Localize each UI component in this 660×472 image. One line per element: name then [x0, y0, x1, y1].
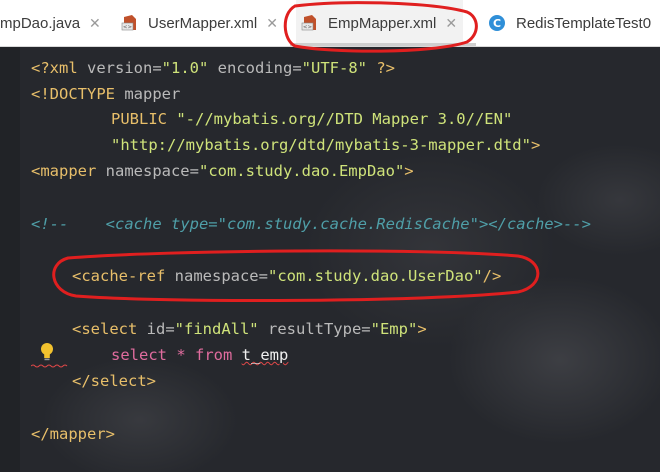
close-icon[interactable]: ✕: [89, 15, 101, 32]
error-squiggle: [31, 364, 68, 368]
annotation-circle-tab: [283, 1, 478, 53]
xml-file-icon: <>: [121, 15, 136, 31]
tab-label: RedisTemplateTest0: [516, 14, 652, 32]
code-line-select-open: <select id="findAll" resultType="Emp">: [72, 320, 427, 338]
tab-empdao-java[interactable]: mpDao.java ✕: [0, 0, 101, 46]
code-line-mapper-close: </mapper>: [31, 425, 115, 443]
code-line-2: <!DOCTYPE mapper: [31, 85, 181, 103]
tab-usermapper-xml[interactable]: <> UserMapper.xml ✕: [120, 0, 278, 46]
lightbulb-icon[interactable]: [40, 342, 54, 362]
code-line-sql: select * from t_emp: [111, 346, 289, 364]
tab-redistemplatetest[interactable]: C RedisTemplateTest0: [488, 0, 651, 46]
code-line-3: PUBLIC "-//mybatis.org//DTD Mapper 3.0//…: [111, 110, 513, 128]
code-line-select-close: </select>: [72, 372, 156, 390]
code-line-1: <?xml version="1.0" encoding="UTF-8" ?>: [31, 59, 395, 77]
annotation-circle-cache-ref: [52, 249, 540, 303]
tab-label: UserMapper.xml: [148, 14, 258, 32]
code-line-comment: <!-- <cache type="com.study.cache.RedisC…: [31, 215, 591, 233]
class-file-icon: C: [489, 15, 505, 31]
code-line-5: <mapper namespace="com.study.dao.EmpDao"…: [31, 162, 414, 180]
svg-text:<>: <>: [123, 25, 133, 31]
tab-label: mpDao.java: [0, 14, 81, 32]
code-line-4: "http://mybatis.org/dtd/mybatis-3-mapper…: [111, 136, 541, 154]
close-icon[interactable]: ✕: [266, 15, 278, 32]
svg-text:C: C: [493, 17, 501, 30]
